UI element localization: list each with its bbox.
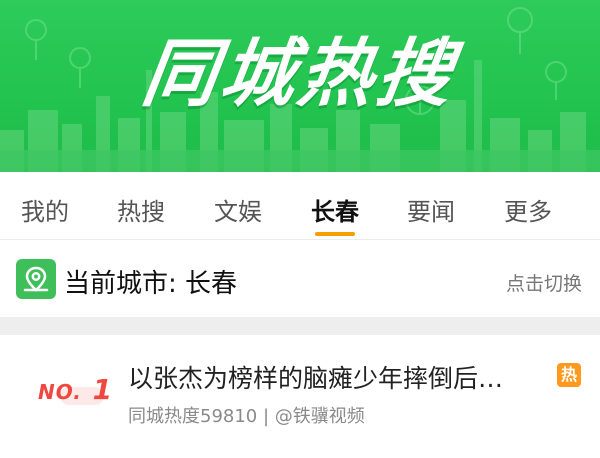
tab-more[interactable]: 更多 — [493, 192, 563, 227]
tab-hot-search[interactable]: 热搜 — [106, 192, 176, 227]
item-meta: 同城热度59810 | @铁骥视频 — [128, 406, 365, 427]
section-divider — [0, 317, 600, 335]
rank-number: 1 — [92, 373, 114, 406]
hot-badge: 热 — [557, 363, 581, 387]
tab-news[interactable]: 要闻 — [396, 192, 466, 227]
hero-banner: 同城热搜 — [0, 0, 600, 172]
rank-label: NO. 1 — [38, 373, 113, 406]
switch-city-button[interactable]: 点击切换 — [506, 269, 582, 296]
rank-prefix: NO. — [38, 380, 82, 404]
tab-mine[interactable]: 我的 — [10, 192, 80, 227]
tab-entertainment[interactable]: 文娱 — [203, 192, 273, 227]
item-title[interactable]: 以张杰为榜样的脑瘫少年摔倒后… — [128, 359, 538, 395]
map-pin-icon — [16, 259, 56, 299]
tab-changchun[interactable]: 长春 — [300, 192, 370, 227]
city-bar: 当前城市: 长春 点击切换 — [0, 241, 600, 317]
tab-bar: 我的 热搜 文娱 长春 要闻 更多 — [0, 172, 600, 240]
active-tab-indicator — [315, 232, 355, 236]
banner-title: 同城热搜 — [137, 31, 462, 117]
list-item[interactable]: NO. 1 以张杰为榜样的脑瘫少年摔倒后… 同城热度59810 | @铁骥视频 … — [0, 335, 600, 458]
current-city-label: 当前城市: 长春 — [64, 269, 238, 299]
